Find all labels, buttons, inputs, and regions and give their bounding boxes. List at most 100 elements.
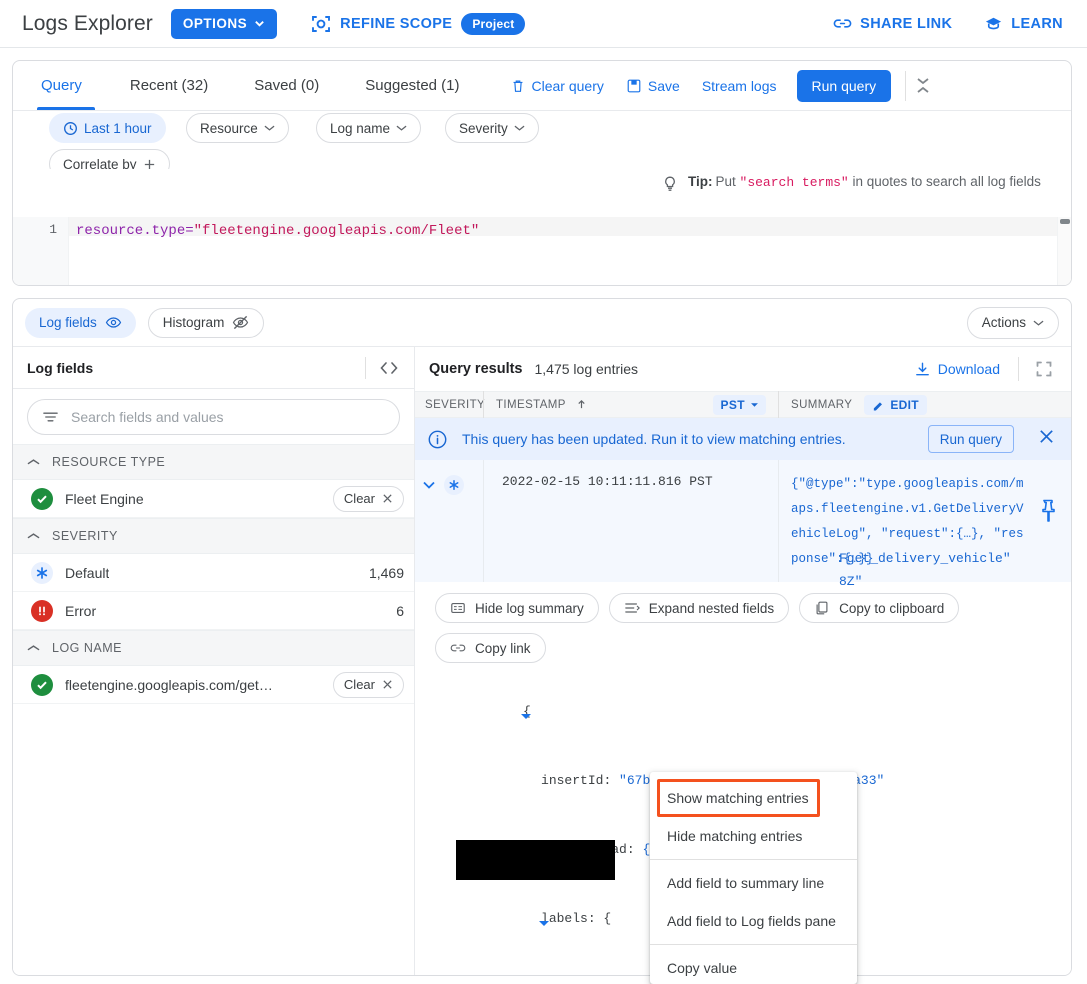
tab-suggested[interactable]: Suggested (1) [361,77,463,94]
query-tabs: Query Recent (32) Saved (0) Suggested (1… [13,61,1071,111]
expand-nested-fields-button[interactable]: Expand nested fields [608,593,790,623]
learn-button[interactable]: LEARN [984,14,1063,33]
context-menu-separator [650,944,857,945]
tab-saved[interactable]: Saved (0) [250,77,323,94]
actions-button[interactable]: Actions [966,306,1059,339]
banner-run-query-button[interactable]: Run query [927,425,1014,453]
copy-to-clipboard-button[interactable]: Copy to clipboard [799,593,960,623]
link-icon [450,644,466,652]
section-header-severity[interactable]: SEVERITY [13,518,414,554]
section-header-resource-type[interactable]: RESOURCE TYPE [13,444,414,480]
field-row-log-name[interactable]: fleetengine.googleapis.com/get_… Clear [13,666,414,704]
query-results-header: Query results 1,475 log entries Download [415,347,1071,391]
clock-icon [64,121,77,135]
download-icon [915,362,929,375]
section-header-log-name[interactable]: LOG NAME [13,630,414,666]
collapse-expand-toggle[interactable] [906,77,940,94]
share-link-button[interactable]: SHARE LINK [833,14,952,33]
log-fields-header: Log fields [13,347,414,389]
close-icon [383,494,392,503]
filter-chip-resource[interactable]: Resource [186,113,289,143]
chevron-down-icon [396,125,407,131]
clear-filter-button[interactable]: Clear [332,671,404,698]
pencil-icon [874,401,883,410]
copy-link-button[interactable]: Copy link [435,633,546,663]
filter-chips-row: Last 1 hour Resource Log name Severity C… [13,111,1071,169]
header-actions: SHARE LINK LEARN [833,14,1063,33]
stream-logs-button[interactable]: Stream logs [702,78,777,94]
download-button[interactable]: Download [914,361,1000,378]
editor-line-1: resource.type="fleetengine.googleapis.co… [76,222,1071,241]
timezone-selector[interactable]: PST [713,394,766,415]
log-entry-action-buttons: Hide log summary Expand nested fields Co… [415,582,1071,671]
field-row-error[interactable]: Error 6 [13,592,414,630]
filter-chip-log-name-label: Log name [330,120,391,136]
caret-down-icon[interactable] [445,889,549,958]
clear-filter-label: Clear [343,677,375,692]
filter-chip-log-name[interactable]: Log name [316,113,422,143]
field-row-fleet-engine[interactable]: Fleet Engine Clear [13,480,414,518]
chevron-up-icon [27,645,40,651]
run-query-button[interactable]: Run query [796,69,892,102]
sort-ascending-icon [578,399,585,409]
edit-summary-label: EDIT [890,397,919,412]
section-title-severity: SEVERITY [52,529,118,543]
banner-close-button[interactable] [1038,428,1055,450]
clear-query-label: Clear query [531,77,604,94]
json-line[interactable]: { [445,677,1071,746]
chevron-up-icon [27,533,40,539]
search-box[interactable] [27,399,400,435]
column-header-timestamp[interactable]: TIMESTAMP PST [483,391,778,418]
scope-chip[interactable]: Project [461,12,526,35]
filter-chip-time-range[interactable]: Last 1 hour [49,113,166,143]
save-button[interactable]: Save [626,78,680,94]
expand-row-chevron-down-icon[interactable] [421,477,437,493]
timezone-label: PST [720,397,745,412]
clear-query-button[interactable]: Clear query [510,78,604,94]
collapse-pane-icon[interactable] [378,361,400,375]
context-menu-item-hide-matching-entries[interactable]: Hide matching entries [650,817,857,855]
filter-chip-correlate-by[interactable]: Correlate by [49,149,170,169]
share-link-label: SHARE LINK [860,15,953,32]
json-sep: : [626,842,643,857]
context-menu-item-show-matching-entries[interactable]: Show matching entries [650,779,857,817]
field-label: Error [65,602,97,619]
asterisk-icon [444,475,464,495]
editor-scrollbar[interactable] [1057,217,1071,285]
field-row-default[interactable]: Default 1,469 [13,554,414,592]
filter-chip-severity-label: Severity [459,120,508,136]
log-fields-toggle-label: Log fields [39,315,97,330]
context-menu-item-copy-value[interactable]: Copy value [650,949,857,984]
refine-scope-button[interactable]: REFINE SCOPE Project [311,12,526,35]
check-circle-icon [31,487,53,510]
query-editor[interactable]: 1 resource.type="fleetengine.googleapis.… [13,217,1071,285]
hide-log-summary-button[interactable]: Hide log summary [435,593,599,623]
fullscreen-icon[interactable] [1035,360,1053,378]
editor-code-area[interactable]: resource.type="fleetengine.googleapis.co… [69,217,1071,285]
tab-query[interactable]: Query [37,77,86,94]
options-button[interactable]: OPTIONS [170,8,278,39]
filter-chip-severity[interactable]: Severity [445,113,539,143]
tip-code: "search terms" [739,175,849,190]
close-icon [1040,430,1053,443]
search-input[interactable] [69,408,385,426]
clear-filter-button[interactable]: Clear [332,485,404,512]
field-label: Fleet Engine [65,490,144,507]
trash-icon [513,80,522,92]
field-count: 1,469 [368,564,404,581]
context-menu-item-add-field-to-summary-line[interactable]: Add field to summary line [650,864,857,902]
tab-recent[interactable]: Recent (32) [126,77,212,94]
caret-down-icon[interactable] [427,682,531,751]
json-key: insertId [541,773,604,788]
context-menu-item-add-field-to-log-fields-pane[interactable]: Add field to Log fields pane [650,902,857,940]
edit-summary-button[interactable]: EDIT [864,394,927,415]
chevron-up-icon [27,459,40,465]
column-header-severity: SEVERITY [425,398,486,411]
download-label: Download [937,361,1000,377]
plus-icon [144,159,154,169]
editor-scrollbar-thumb[interactable] [1060,219,1070,224]
histogram-toggle-label: Histogram [162,315,225,330]
pin-icon[interactable] [1037,498,1059,529]
log-fields-toggle[interactable]: Log fields [25,307,136,338]
histogram-toggle[interactable]: Histogram [147,307,265,338]
